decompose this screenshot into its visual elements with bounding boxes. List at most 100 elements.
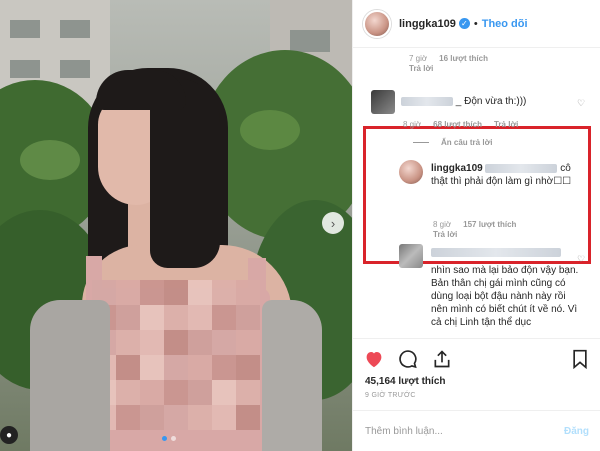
mosaic-tile bbox=[116, 380, 140, 405]
mosaic-tile bbox=[164, 305, 188, 330]
user-tag-icon[interactable]: ● bbox=[0, 426, 18, 444]
mosaic-tile bbox=[188, 280, 212, 305]
avatar[interactable] bbox=[363, 9, 391, 38]
add-comment-bar: Đăng bbox=[353, 410, 600, 451]
post-header: linggka109 ✓ • Theo dõi bbox=[353, 0, 600, 48]
comment-input[interactable] bbox=[365, 425, 564, 437]
mosaic-tile bbox=[212, 355, 236, 380]
commenter-avatar[interactable] bbox=[399, 244, 423, 268]
building-window bbox=[60, 60, 90, 78]
action-bar bbox=[353, 338, 600, 378]
building-window bbox=[60, 20, 90, 38]
comment-meta: 8 giờ 68 lượt thích Trả lời bbox=[403, 120, 518, 129]
next-arrow-icon[interactable]: › bbox=[322, 212, 344, 234]
mosaic-tile bbox=[116, 305, 140, 330]
follow-button[interactable]: Theo dõi bbox=[482, 18, 528, 30]
mosaic-tile bbox=[164, 330, 188, 355]
mosaic-tile bbox=[116, 330, 140, 355]
comment-meta: 7 giờ 16 lượt thích bbox=[409, 54, 488, 63]
owner-avatar[interactable] bbox=[399, 160, 423, 184]
mosaic-tile bbox=[212, 405, 236, 430]
comment-meta: 8 giờ 157 lượt thích bbox=[433, 220, 516, 229]
verified-badge-icon: ✓ bbox=[458, 18, 470, 29]
building-window bbox=[10, 20, 40, 38]
carousel-dot-active bbox=[162, 436, 167, 441]
heart-icon[interactable] bbox=[363, 348, 385, 370]
comment-icon[interactable] bbox=[397, 348, 419, 370]
comment-text: _ Độn vừa th:))) bbox=[401, 95, 579, 108]
mosaic-tile bbox=[236, 305, 260, 330]
foliage bbox=[20, 140, 80, 180]
mosaic-tile bbox=[140, 355, 164, 380]
mosaic-tile bbox=[164, 380, 188, 405]
blurred-mention bbox=[485, 163, 558, 173]
building-window bbox=[10, 60, 40, 78]
bookmark-icon[interactable] bbox=[569, 348, 591, 370]
hide-replies-row: Ẩn câu trả lời bbox=[413, 138, 492, 147]
mosaic-tile bbox=[116, 405, 140, 430]
mosaic-tile bbox=[212, 305, 236, 330]
reply-button[interactable]: Trả lời bbox=[409, 64, 433, 73]
comment-body: nhìn sao mà lại bảo độn vậy bạn. Bản thâ… bbox=[431, 265, 579, 328]
mosaic-tile bbox=[188, 380, 212, 405]
comment-likes[interactable]: 68 lượt thích bbox=[433, 120, 482, 129]
hide-replies-button[interactable]: Ẩn câu trả lời bbox=[441, 138, 492, 147]
mosaic-tile bbox=[164, 405, 188, 430]
mosaic-tile bbox=[164, 280, 188, 305]
comment-body: _ Độn vừa th:))) bbox=[455, 96, 527, 107]
mosaic-tile bbox=[140, 380, 164, 405]
mosaic-tile bbox=[188, 355, 212, 380]
commenter-avatar[interactable] bbox=[371, 90, 395, 114]
share-icon[interactable] bbox=[431, 348, 453, 370]
comment-likes[interactable]: 16 lượt thích bbox=[439, 54, 488, 63]
jacket-right bbox=[262, 300, 322, 451]
comment-reply-row: Trả lời bbox=[409, 64, 433, 73]
mosaic-tile bbox=[164, 355, 188, 380]
post-time: 9 GIỜ TRƯỚC bbox=[365, 392, 416, 399]
post-photo[interactable]: › ● bbox=[0, 0, 352, 451]
blurred-username bbox=[401, 96, 453, 106]
reply-username[interactable]: linggka109 bbox=[431, 163, 483, 174]
mosaic-tile bbox=[140, 280, 164, 305]
mosaic-tile bbox=[212, 330, 236, 355]
mosaic-tile bbox=[236, 405, 260, 430]
comment-like-icon[interactable]: ♡ bbox=[577, 98, 585, 109]
reply-button[interactable]: Trả lời bbox=[494, 120, 518, 129]
comments-list[interactable]: 7 giờ 16 lượt thích Trả lời _ Độn vừa th… bbox=[353, 48, 600, 338]
mosaic-tile bbox=[188, 330, 212, 355]
hair bbox=[96, 70, 186, 110]
mosaic-tile bbox=[236, 280, 260, 305]
mosaic-tile bbox=[116, 355, 140, 380]
mosaic-tile bbox=[236, 355, 260, 380]
comment-time: 7 giờ bbox=[409, 54, 428, 63]
likes-count[interactable]: 45,164 lượt thích bbox=[365, 376, 446, 387]
mosaic-tile bbox=[188, 405, 212, 430]
mosaic-tile bbox=[236, 380, 260, 405]
jacket-left bbox=[30, 300, 110, 451]
hide-replies-line bbox=[413, 142, 429, 147]
mosaic-tile bbox=[140, 305, 164, 330]
building-window bbox=[290, 30, 330, 52]
comment-likes[interactable]: 157 lượt thích bbox=[463, 220, 516, 229]
header-separator: • bbox=[473, 17, 478, 30]
reply-text: linggka109 cô thật thì phải độn làm gì n… bbox=[431, 162, 581, 188]
reply-button[interactable]: Trả lời bbox=[433, 230, 457, 239]
blurred-username bbox=[431, 248, 561, 257]
mosaic-tile bbox=[188, 305, 212, 330]
mosaic-tile bbox=[116, 280, 140, 305]
post-button[interactable]: Đăng bbox=[564, 426, 589, 437]
mosaic-tile bbox=[212, 280, 236, 305]
foliage bbox=[240, 110, 300, 150]
mosaic-tile bbox=[140, 330, 164, 355]
censor-mosaic bbox=[92, 280, 260, 430]
post-side-panel: linggka109 ✓ • Theo dõi 7 giờ 16 lượt th… bbox=[352, 0, 600, 451]
comment-reply-row: Trả lời bbox=[433, 230, 457, 239]
mosaic-tile bbox=[140, 405, 164, 430]
carousel-dots bbox=[162, 436, 176, 441]
carousel-dot bbox=[171, 436, 176, 441]
comment-time: 8 giờ bbox=[403, 120, 422, 129]
mosaic-tile bbox=[212, 380, 236, 405]
comment-time: 8 giờ bbox=[433, 220, 452, 229]
header-username[interactable]: linggka109 bbox=[399, 18, 456, 30]
mosaic-tile bbox=[236, 330, 260, 355]
